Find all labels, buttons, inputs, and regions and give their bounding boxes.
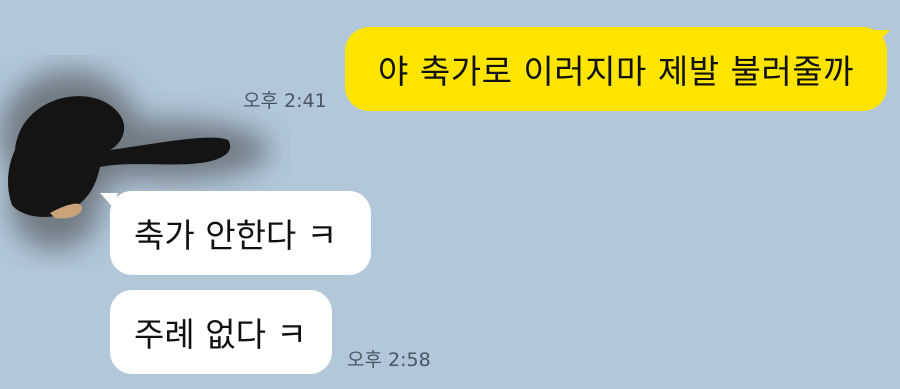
- received-message-text: 주례 없다 ㅋ: [134, 315, 307, 354]
- sent-message-text: 야 축가로 이러지마 제발 불러줄까: [378, 52, 854, 91]
- sent-message-timestamp: 오후 2:41: [243, 90, 327, 112]
- sent-message-bubble[interactable]: 야 축가로 이러지마 제발 불러줄까: [345, 27, 887, 111]
- chat-area: 오후 2:41 야 축가로 이러지마 제발 불러줄까 축가 안한다 ㅋ 주례 없…: [0, 0, 900, 389]
- received-message-text: 축가 안한다 ㅋ: [134, 216, 338, 255]
- received-message-bubble[interactable]: 주례 없다 ㅋ: [110, 290, 332, 374]
- received-message-timestamp: 오후 2:58: [347, 349, 431, 371]
- received-message-bubble[interactable]: 축가 안한다 ㅋ: [110, 191, 371, 275]
